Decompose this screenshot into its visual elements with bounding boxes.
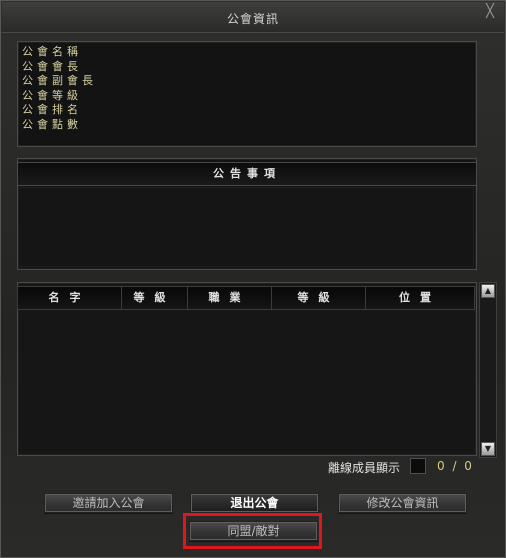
invite-to-guild-button[interactable]: 邀請加入公會 xyxy=(44,493,173,513)
member-table-header: 名字 等級 職業 等級 位置 xyxy=(17,286,475,310)
window-title: 公會資訊 xyxy=(226,12,279,26)
column-location[interactable]: 位置 xyxy=(366,287,474,309)
notice-header: 公告事項 xyxy=(17,162,477,186)
scroll-up-icon[interactable]: ▲ xyxy=(481,284,495,298)
title-bar[interactable]: 公會資訊 ╳ xyxy=(2,2,504,33)
edit-guild-info-button[interactable]: 修改公會資訊 xyxy=(338,493,467,513)
close-icon[interactable]: ╳ xyxy=(486,4,494,19)
highlight-box xyxy=(183,513,322,549)
info-guild-leader: 公會會長 xyxy=(22,59,82,73)
info-guild-rank: 公會排名 xyxy=(22,103,82,117)
column-name[interactable]: 名字 xyxy=(18,287,122,309)
column-level-2[interactable]: 等級 xyxy=(272,287,366,309)
offline-members-label: 離線成員顯示 xyxy=(328,461,401,475)
guild-info-panel: 公會名稱 公會會長 公會副會長 公會等級 公會排名 公會點數 xyxy=(17,41,477,147)
info-guild-level: 公會等級 xyxy=(22,88,82,102)
offline-members-checkbox[interactable] xyxy=(410,458,426,474)
column-class[interactable]: 職業 xyxy=(188,287,272,309)
info-guild-vice-leader: 公會副會長 xyxy=(22,74,97,88)
column-level[interactable]: 等級 xyxy=(122,287,188,309)
member-list-scrollbar[interactable]: ▲ ▼ xyxy=(479,282,497,458)
guild-info-window: 公會資訊 ╳ 公會名稱 公會會長 公會副會長 公會等級 公會排名 公會點數 公告… xyxy=(0,0,506,558)
guild-info-list: 公會名稱 公會會長 公會副會長 公會等級 公會排名 公會點數 xyxy=(22,45,97,133)
notice-text-area[interactable] xyxy=(18,187,474,267)
leave-guild-button[interactable]: 退出公會 xyxy=(190,493,319,513)
info-guild-name: 公會名稱 xyxy=(22,45,82,58)
member-count: 0 / 0 xyxy=(437,459,474,473)
scroll-down-icon[interactable]: ▼ xyxy=(481,442,495,456)
info-guild-points: 公會點數 xyxy=(22,117,82,131)
